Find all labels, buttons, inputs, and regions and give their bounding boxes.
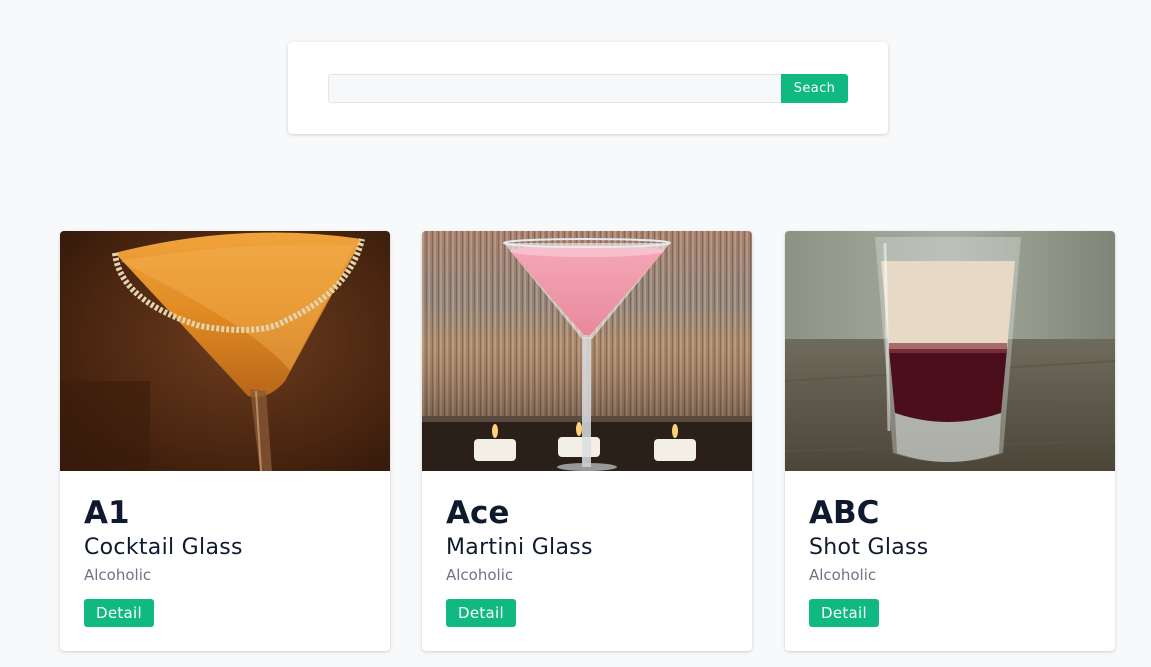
search-card: Seach (288, 42, 888, 134)
drink-card: A1 Cocktail Glass Alcoholic Detail (60, 231, 390, 651)
drink-card: ABC Shot Glass Alcoholic Detail (785, 231, 1115, 651)
drink-card: Ace Martini Glass Alcoholic Detail (422, 231, 752, 651)
drink-glass: Shot Glass (809, 535, 929, 560)
drink-category: Alcoholic (84, 566, 152, 584)
drink-image-a1 (60, 231, 390, 471)
drink-name: ABC (809, 495, 880, 531)
detail-button[interactable]: Detail (84, 599, 154, 627)
search-input[interactable] (328, 74, 781, 103)
drink-image-ace (422, 231, 752, 471)
detail-button[interactable]: Detail (809, 599, 879, 627)
drink-glass: Martini Glass (446, 535, 593, 560)
drink-glass: Cocktail Glass (84, 535, 243, 560)
search-button[interactable]: Seach (781, 74, 848, 103)
drink-category: Alcoholic (809, 566, 877, 584)
drink-category: Alcoholic (446, 566, 514, 584)
drink-image-abc (785, 231, 1115, 471)
drink-name: A1 (84, 495, 130, 531)
drink-name: Ace (446, 495, 510, 531)
detail-button[interactable]: Detail (446, 599, 516, 627)
